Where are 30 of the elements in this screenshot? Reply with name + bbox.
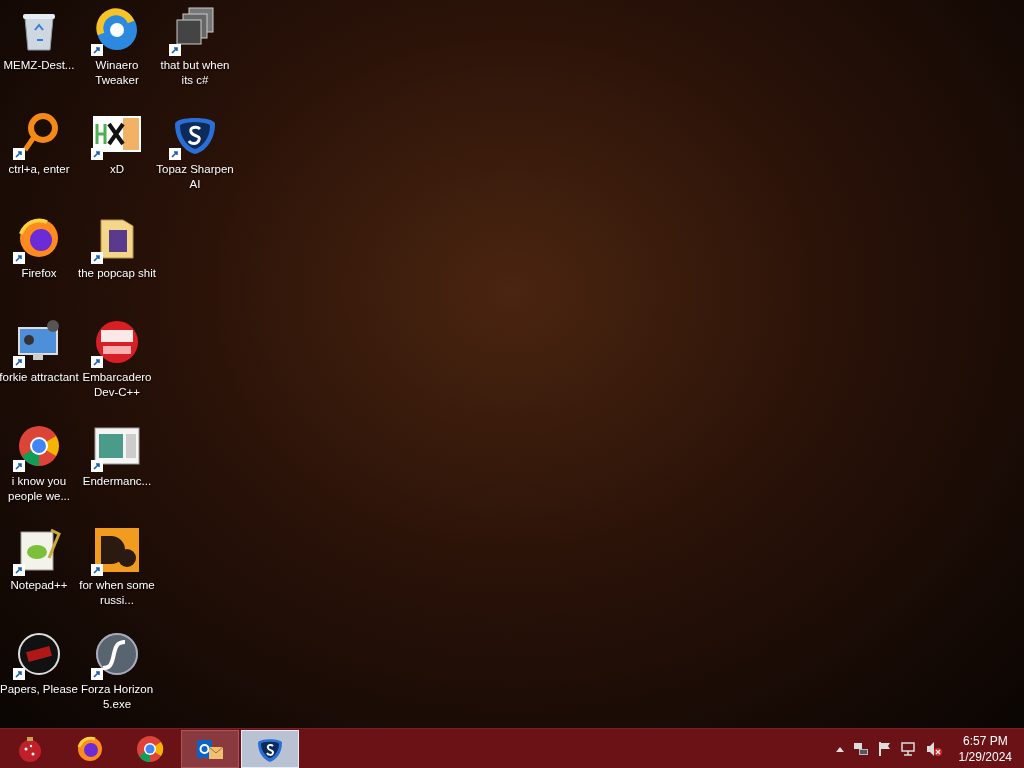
taskbar-app-button[interactable] (181, 729, 239, 768)
fox-globe-icon (76, 734, 104, 763)
dev-cpp-icon[interactable] (93, 318, 141, 366)
network-computers-icon[interactable] (852, 740, 869, 757)
flag-icon[interactable] (877, 740, 892, 757)
clock-time[interactable]: 6:57 PM (962, 732, 1008, 749)
desktop-icon-label[interactable]: Endermanc... (77, 474, 157, 489)
desktop-icon-label[interactable]: MEMZ-Dest... (0, 58, 79, 73)
desktop-icon-label[interactable]: Winaero Tweaker (77, 58, 157, 88)
desktop-icon-label[interactable]: forkie attractant (0, 370, 79, 385)
desktop-icon-label[interactable]: Papers, Please (0, 682, 79, 697)
desktop-icon-label[interactable]: Forza Horizon 5.exe (77, 682, 157, 712)
desktop-icon-label[interactable]: Firefox (0, 266, 79, 281)
flash-ball-icon[interactable] (93, 630, 141, 678)
desktop-icon-label[interactable]: ctrl+a, enter (0, 162, 79, 177)
ornament-start-icon (16, 734, 44, 763)
desktop-icon-label[interactable]: for when some russi... (77, 578, 157, 608)
desktop-icon-label[interactable]: xD (77, 162, 157, 177)
speaker-muted-icon[interactable] (925, 740, 942, 757)
clock-date[interactable]: 1/29/2024 (958, 748, 1012, 765)
network-icon[interactable] (900, 740, 917, 757)
desktop-icon-label[interactable]: i know you people we... (0, 474, 79, 504)
desktop-icon-label[interactable]: the popcap shit (77, 266, 157, 281)
de-logo-icon[interactable] (93, 526, 141, 574)
desktop-icon-label[interactable]: Notepad++ (0, 578, 79, 593)
desktop-icon-label[interactable]: Topaz Sharpen AI (155, 162, 235, 192)
desktop-icon-label[interactable]: that but when its c# (155, 58, 235, 88)
show-hidden-icons-caret[interactable] (835, 745, 844, 752)
stamp-seal-icon[interactable] (15, 630, 63, 678)
chrome-icon (136, 734, 164, 763)
